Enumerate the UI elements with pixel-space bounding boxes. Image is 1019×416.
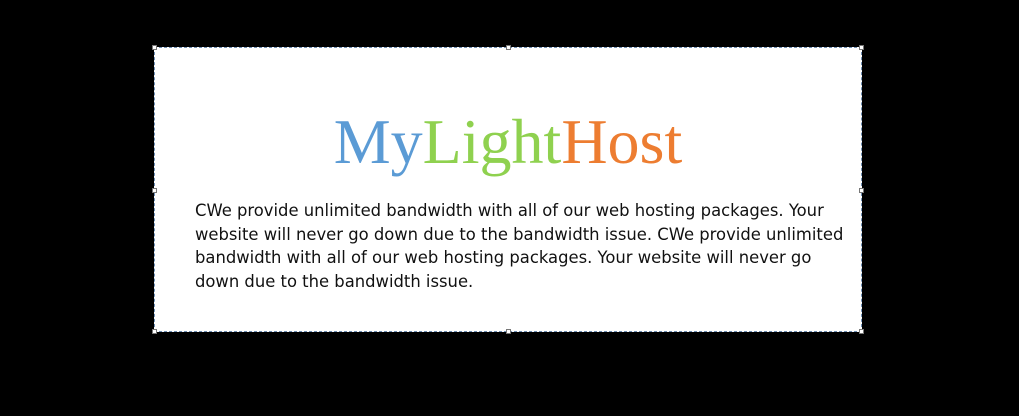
resize-handle-right[interactable]	[859, 188, 864, 193]
resize-handle-bottom[interactable]	[506, 329, 511, 334]
logo-part-light: Light	[422, 106, 562, 177]
resize-handle-bottom-left[interactable]	[152, 329, 157, 334]
canvas: MyLightHost CWe provide unlimited bandwi…	[0, 0, 1019, 416]
selected-text-box[interactable]: MyLightHost CWe provide unlimited bandwi…	[152, 45, 864, 334]
logo-part-host: Host	[561, 106, 683, 177]
logo-wordmark: MyLightHost	[155, 106, 861, 178]
resize-handle-top[interactable]	[506, 45, 511, 50]
resize-handle-top-right[interactable]	[859, 45, 864, 50]
resize-handle-top-left[interactable]	[152, 45, 157, 50]
logo-part-my: My	[333, 106, 423, 177]
description-paragraph: CWe provide unlimited bandwidth with all…	[195, 201, 844, 291]
resize-handle-left[interactable]	[152, 188, 157, 193]
resize-handle-bottom-right[interactable]	[859, 329, 864, 334]
